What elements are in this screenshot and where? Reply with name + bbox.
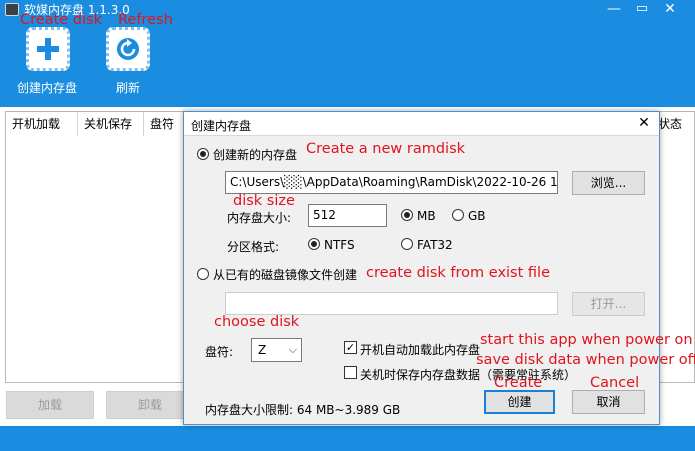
drive-select-value: Z xyxy=(258,343,267,357)
image-path-field[interactable] xyxy=(225,292,558,315)
open-button[interactable]: 打开... xyxy=(572,292,645,316)
close-icon[interactable]: ✕ xyxy=(656,0,684,18)
shutdown-save-checkbox[interactable] xyxy=(344,366,357,379)
annotation-save-on-power-off: save disk data when power off xyxy=(476,352,695,368)
option-new-label[interactable]: 创建新的内存盘 xyxy=(213,146,297,163)
annotation-create: Create xyxy=(494,375,543,391)
unit-gb-radio[interactable] xyxy=(452,209,464,221)
annotation-refresh: Refresh xyxy=(118,12,173,28)
annotation-cancel: Cancel xyxy=(590,375,640,391)
drive-label: 盘符: xyxy=(205,345,234,359)
chevron-down-icon: ⌵ xyxy=(288,343,297,356)
unload-button[interactable]: 卸载 xyxy=(106,391,194,419)
browse-button[interactable]: 浏览... xyxy=(572,171,645,195)
drive-select[interactable]: Z ⌵ xyxy=(251,338,302,362)
dialog-title: 创建内存盘 xyxy=(191,119,252,133)
annotation-create-new: Create a new ramdisk xyxy=(306,141,466,157)
option-image-radio[interactable] xyxy=(197,268,209,280)
fs-ntfs-radio[interactable] xyxy=(308,238,320,250)
size-label: 内存盘大小: xyxy=(227,211,292,225)
shutdown-save-label[interactable]: 关机时保存内存盘数据（需要常驻系统） xyxy=(360,366,576,383)
minimize-icon[interactable]: — xyxy=(600,0,628,18)
refresh-label[interactable]: 刷新 xyxy=(116,79,140,96)
unit-mb-label[interactable]: MB xyxy=(417,209,436,223)
size-input[interactable]: 512 xyxy=(308,204,387,227)
status-bar xyxy=(0,426,695,451)
startup-load-checkbox[interactable]: ✓ xyxy=(344,341,357,354)
unit-mb-radio[interactable] xyxy=(401,209,413,221)
dialog-close-icon[interactable]: ✕ xyxy=(635,114,653,132)
column-startup-load[interactable]: 开机加载 xyxy=(6,112,78,136)
column-shutdown-save[interactable]: 关机保存 xyxy=(78,112,144,136)
create-disk-label[interactable]: 创建内存盘 xyxy=(17,79,77,96)
startup-load-label[interactable]: 开机自动加载此内存盘 xyxy=(360,341,480,358)
disk-path-field[interactable]: C:\Users\░░\AppData\Roaming\RamDisk\2022… xyxy=(225,171,558,194)
app-logo-icon xyxy=(5,3,19,16)
annotation-choose-disk: choose disk xyxy=(214,314,300,330)
create-disk-button[interactable] xyxy=(26,27,70,71)
annotation-create-disk: Create disk xyxy=(20,12,102,28)
fs-fat32-label[interactable]: FAT32 xyxy=(417,238,453,252)
plus-icon xyxy=(37,38,59,60)
fs-fat32-radio[interactable] xyxy=(401,238,413,250)
dialog-titlebar[interactable]: 创建内存盘 ✕ xyxy=(184,112,659,136)
refresh-button[interactable] xyxy=(106,27,150,71)
create-button[interactable]: 创建 xyxy=(484,390,555,414)
load-button[interactable]: 加载 xyxy=(6,391,94,419)
unit-gb-label[interactable]: GB xyxy=(468,209,486,223)
option-new-radio[interactable] xyxy=(197,148,209,160)
option-image-label[interactable]: 从已有的磁盘镜像文件创建 xyxy=(213,266,357,283)
annotation-start-on-power: start this app when power on xyxy=(480,332,693,348)
column-drive-letter[interactable]: 盘符 xyxy=(144,112,184,136)
cancel-button[interactable]: 取消 xyxy=(572,390,645,414)
annotation-from-existing: create disk from exist file xyxy=(366,265,550,281)
size-limit-text: 内存盘大小限制: 64 MB~3.989 GB xyxy=(205,403,401,417)
fs-ntfs-label[interactable]: NTFS xyxy=(324,238,355,252)
annotation-disk-size: disk size xyxy=(233,193,295,209)
refresh-icon xyxy=(117,38,139,60)
restore-icon[interactable]: ▭ xyxy=(628,0,656,18)
partition-label: 分区格式: xyxy=(227,240,280,254)
